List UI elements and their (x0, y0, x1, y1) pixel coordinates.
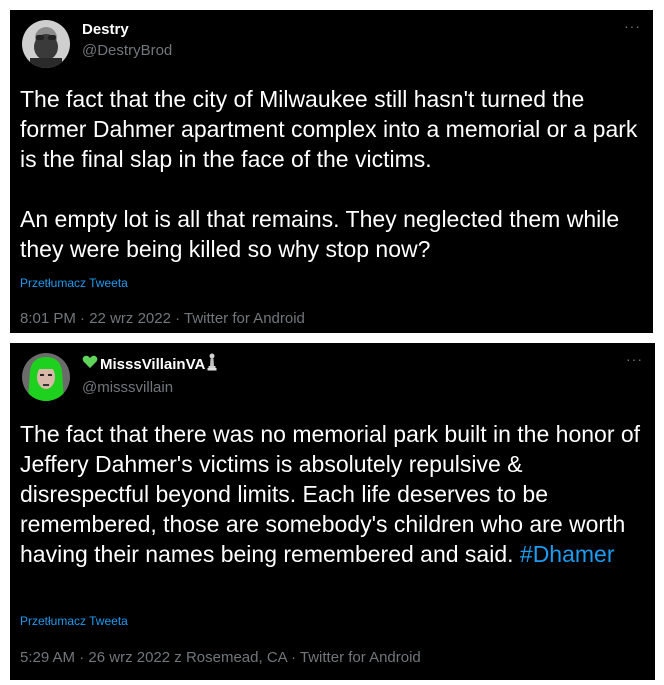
separator: · (170, 310, 184, 327)
author-info: Destry @DestryBrod (82, 20, 172, 61)
tweet-metadata: 8:01 PM · 22 wrz 2022 · Twitter for Andr… (20, 310, 305, 327)
user-handle[interactable]: @misssvillain (82, 378, 217, 398)
display-name-text[interactable]: MisssVillainVA (100, 355, 205, 375)
tweet-text: The fact that the city of Milwaukee stil… (20, 86, 638, 262)
author-info: MisssVillainVA @misssvillain (82, 353, 217, 398)
separator: · (75, 649, 89, 666)
more-options-icon[interactable]: ··· (624, 19, 641, 33)
tweet-date[interactable]: 22 wrz 2022 (89, 310, 171, 327)
tweet-source[interactable]: Twitter for Android (300, 649, 421, 666)
tweet-source[interactable]: Twitter for Android (184, 310, 305, 327)
tweet-text: The fact that there was no memorial park… (20, 419, 645, 569)
separator: · (75, 310, 90, 327)
avatar[interactable] (22, 20, 70, 68)
translate-tweet-link[interactable]: Przetłumacz Tweeta (20, 614, 128, 628)
translate-tweet-link[interactable]: Przetłumacz Tweeta (20, 276, 128, 290)
hashtag-link[interactable]: #Dhamer (520, 541, 615, 567)
tweet-time[interactable]: 5:29 AM (20, 649, 75, 666)
user-handle[interactable]: @DestryBrod (82, 41, 172, 61)
display-name[interactable]: MisssVillainVA (82, 353, 217, 377)
chess-pawn-icon (207, 353, 217, 377)
green-heart-icon (82, 355, 98, 375)
tweet-card[interactable]: Destry @DestryBrod ··· The fact that the… (10, 10, 653, 333)
tweet-metadata: 5:29 AM · 26 wrz 2022 z Rosemead, CA · T… (20, 649, 421, 666)
tweet-time[interactable]: 8:01 PM (20, 310, 76, 327)
avatar[interactable] (22, 353, 70, 401)
display-name[interactable]: Destry (82, 20, 172, 40)
more-options-icon[interactable]: ··· (626, 352, 643, 366)
separator: · (286, 649, 300, 666)
tweet-card[interactable]: MisssVillainVA @misssvillain ··· The fac… (10, 343, 655, 680)
tweet-date-location[interactable]: 26 wrz 2022 z Rosemead, CA (88, 649, 286, 666)
